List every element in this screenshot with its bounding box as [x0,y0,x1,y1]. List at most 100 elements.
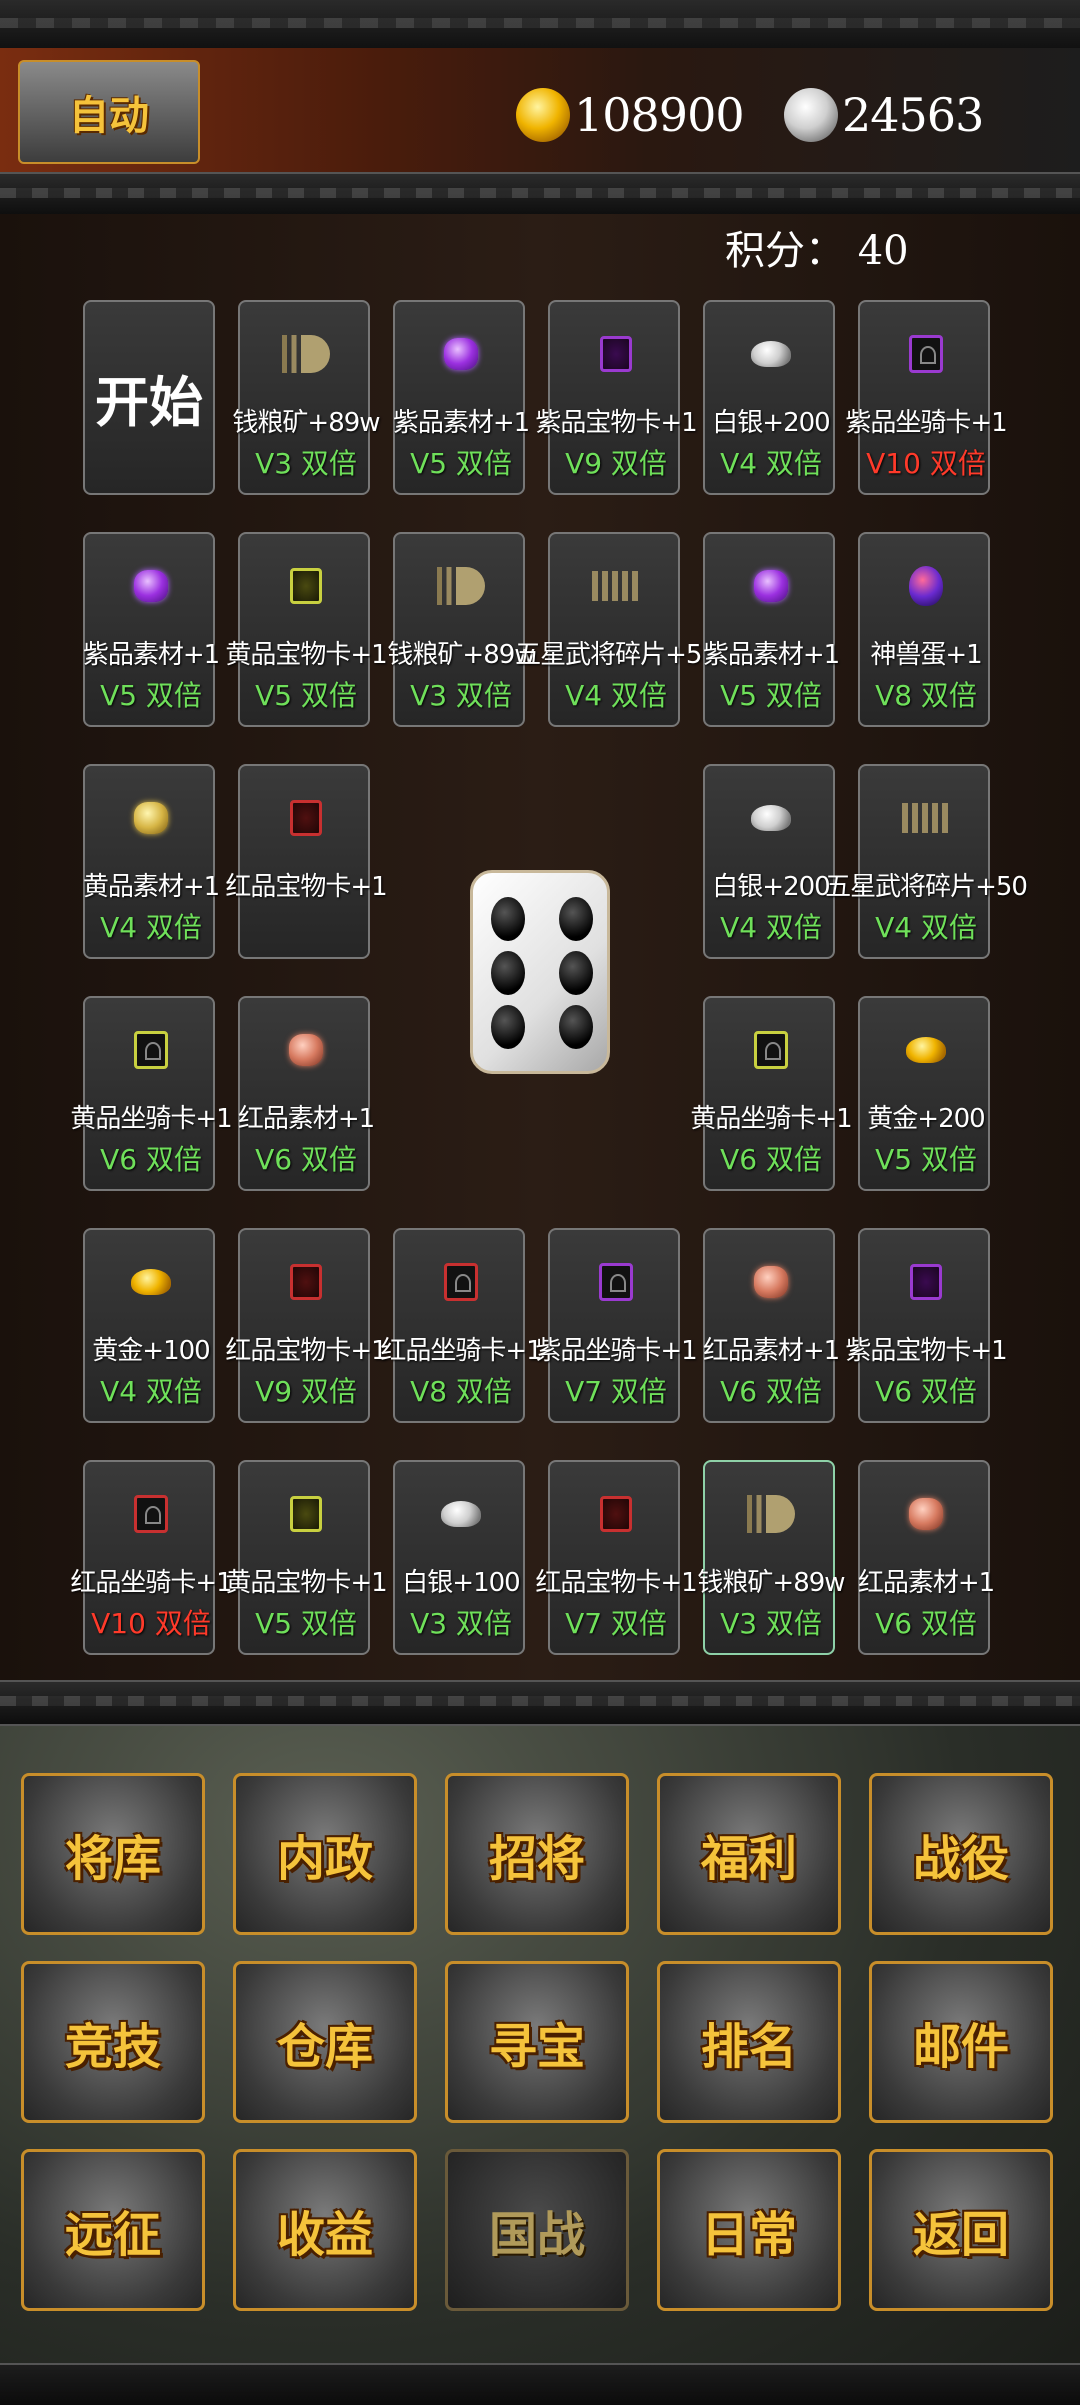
board-cell: 五星武将碎片+50 V4 双倍 [825,764,1028,959]
silver-ingot-icon [784,88,838,142]
board-cell: 白银+200 V4 双倍 [703,764,835,959]
cell-multiplier: V4 双倍 [100,911,202,944]
cell-reward-label: 紫品宝物卡+1 [845,1336,1007,1366]
board-cell: 红品素材+1 V6 双倍 [858,1460,995,1655]
cell-reward-label: 紫品坐骑卡+1 [845,408,1007,438]
board-cell: 紫品宝物卡+1 V6 双倍 [845,1228,1008,1423]
nav-button-3[interactable]: 福利 [657,1773,841,1935]
nav-button-13[interactable]: 日常 [657,2149,841,2311]
grain-icon [437,562,485,610]
cell-multiplier: V6 双倍 [720,1375,822,1408]
cell-multiplier: V3 双倍 [410,1607,512,1640]
cell-reward-label: 红品素材+1 [857,1568,995,1598]
dice-pip [559,951,593,995]
cell-multiplier: V3 双倍 [720,1607,822,1640]
cell-multiplier: V5 双倍 [875,1143,977,1176]
cell-multiplier: V4 双倍 [565,679,667,712]
bottom-border [0,2363,1080,2405]
board-cell: 紫品素材+1 V5 双倍 [703,532,840,727]
red-gem-icon [747,1258,795,1306]
silver-ingot-icon [747,794,795,842]
gold-value: 108900 [574,88,745,142]
yellow-gem-icon [127,794,175,842]
nav-button-6[interactable]: 仓库 [233,1961,417,2123]
purple-gem-icon [127,562,175,610]
nav-button-0[interactable]: 将库 [21,1773,205,1935]
yellow-card-icon [282,1490,330,1538]
cell-reward-label: 红品宝物卡+1 [225,872,387,902]
yellow-mount-icon [127,1026,175,1074]
nav-button-1[interactable]: 内政 [233,1773,417,1935]
fragment-icon [592,562,640,610]
red-gem-icon [282,1026,330,1074]
score-display: 积分： 40 [725,218,909,276]
board-cell: 红品素材+1 V6 双倍 [238,996,375,1191]
grain-icon [747,1490,795,1538]
cell-multiplier: V6 双倍 [875,1607,977,1640]
red-mount-icon [437,1258,485,1306]
board-cell: 白银+200 V4 双倍 [703,300,835,495]
cell-multiplier: V4 双倍 [100,1375,202,1408]
cell-multiplier: V10 双倍 [91,1607,211,1640]
nav-button-5[interactable]: 竞技 [21,1961,205,2123]
nav-button-14[interactable]: 返回 [869,2149,1053,2311]
nav-button-10[interactable]: 远征 [21,2149,205,2311]
board-cell: 红品宝物卡+1 [225,764,388,959]
grain-icon [282,330,330,378]
purple-mount-icon [592,1258,640,1306]
cell-reward-label: 红品素材+1 [237,1104,375,1134]
board-cell: 钱粮矿+89w V3 双倍 [387,532,536,727]
auto-button[interactable]: 自动 [18,60,200,164]
gold-ingot-icon [127,1258,175,1306]
cell-multiplier: V8 双倍 [875,679,977,712]
nav-button-7[interactable]: 寻宝 [445,1961,629,2123]
board-cell: 红品坐骑卡+1 V10 双倍 [70,1460,233,1655]
cell-multiplier: V5 双倍 [255,679,357,712]
yellow-mount-icon [747,1026,795,1074]
board-cell: 紫品坐骑卡+1 V10 双倍 [845,300,1008,495]
board-cell: 神兽蛋+1 V8 双倍 [858,532,990,727]
cell-multiplier: V5 双倍 [255,1607,357,1640]
cell-multiplier: V6 双倍 [875,1375,977,1408]
cell-multiplier: V9 双倍 [565,447,667,480]
dice-pip [491,1005,525,1049]
cell-multiplier: V3 双倍 [255,447,357,480]
nav-button-2[interactable]: 招将 [445,1773,629,1935]
board-cell: 五星武将碎片+50 V4 双倍 [515,532,718,727]
board-cell: 白银+100 V3 双倍 [393,1460,525,1655]
start-cell[interactable]: 开始 [83,300,215,495]
silver-value: 24563 [842,88,984,142]
dice-pip [559,897,593,941]
silver-ingot-icon [437,1490,485,1538]
red-card-icon [282,794,330,842]
board-cell: 钱粮矿+89w V3 双倍 [697,1460,846,1655]
purple-card-icon [902,1258,950,1306]
purple-mount-icon [902,330,950,378]
top-border [0,0,1080,50]
nav-button-4[interactable]: 战役 [869,1773,1053,1935]
score-label: 积分： [725,228,845,274]
purple-card-icon [592,330,640,378]
cell-multiplier: V10 双倍 [866,447,986,480]
cell-multiplier: V7 双倍 [565,1375,667,1408]
nav-button-11[interactable]: 收益 [233,2149,417,2311]
cell-multiplier: V5 双倍 [720,679,822,712]
purple-gem-icon [437,330,485,378]
dice[interactable] [470,870,610,1074]
cell-multiplier: V4 双倍 [875,911,977,944]
silver-ingot-icon [747,330,795,378]
menu-divider [0,1680,1080,1726]
cell-multiplier: V3 双倍 [410,679,512,712]
yellow-card-icon [282,562,330,610]
cell-multiplier: V6 双倍 [720,1143,822,1176]
nav-button-9[interactable]: 邮件 [869,1961,1053,2123]
cell-multiplier: V6 双倍 [100,1143,202,1176]
board-cell: 黄品坐骑卡+1 V6 双倍 [70,996,233,1191]
red-gem-icon [902,1490,950,1538]
board-cell: 紫品坐骑卡+1 V7 双倍 [535,1228,698,1423]
nav-button-12[interactable]: 国战 [445,2149,629,2311]
nav-button-8[interactable]: 排名 [657,1961,841,2123]
fragment-icon [902,794,950,842]
gold-ingot-icon [902,1026,950,1074]
board-cell: 钱粮矿+89w V3 双倍 [232,300,381,495]
